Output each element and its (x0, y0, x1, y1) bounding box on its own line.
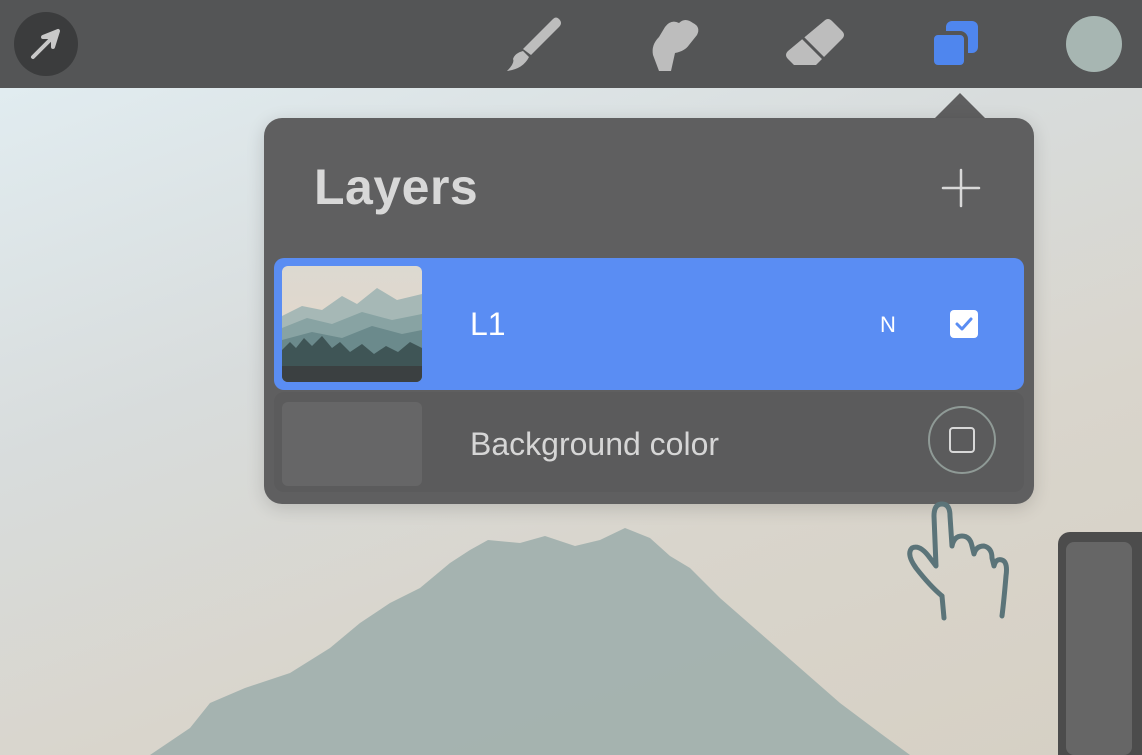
brush-tool-button[interactable] (500, 14, 566, 74)
plus-icon (941, 168, 981, 208)
color-picker-button[interactable] (1066, 16, 1122, 72)
procreate-screen: Layers L1 N Background color (0, 0, 1142, 755)
layers-panel: Layers L1 N Background color (264, 118, 1034, 504)
actions-button[interactable] (14, 12, 78, 76)
layer-name: Background color (470, 426, 720, 462)
top-toolbar (0, 0, 1142, 88)
layer-name: L1 (470, 306, 506, 342)
smudge-tool-button[interactable] (642, 14, 708, 74)
side-panel[interactable] (1058, 532, 1142, 755)
layers-tool-button[interactable] (922, 14, 988, 74)
paintbrush-icon (507, 17, 561, 71)
side-slider-track[interactable] (1066, 542, 1132, 755)
layer-row-l1[interactable]: L1 N (274, 258, 1024, 390)
popover-arrow (934, 93, 986, 119)
layer-thumbnail (282, 266, 422, 382)
layer-visibility-checkbox[interactable] (950, 310, 978, 338)
pointing-hand-icon (896, 496, 1016, 626)
eraser-icon (786, 19, 844, 65)
arrow-cursor-icon (31, 29, 60, 59)
background-visibility-checkbox[interactable] (928, 406, 996, 474)
checkmark-icon (955, 317, 973, 331)
layer-row-background[interactable]: Background color (274, 392, 1024, 492)
layers-icon (930, 21, 978, 69)
eraser-tool-button[interactable] (782, 14, 848, 74)
smudge-finger-icon (652, 20, 699, 71)
blend-mode-button[interactable]: N (880, 312, 896, 338)
background-color-thumbnail (282, 402, 422, 486)
add-layer-button[interactable] (936, 166, 986, 210)
layers-panel-title: Layers (314, 159, 479, 215)
checkbox-unchecked-icon (949, 427, 975, 453)
